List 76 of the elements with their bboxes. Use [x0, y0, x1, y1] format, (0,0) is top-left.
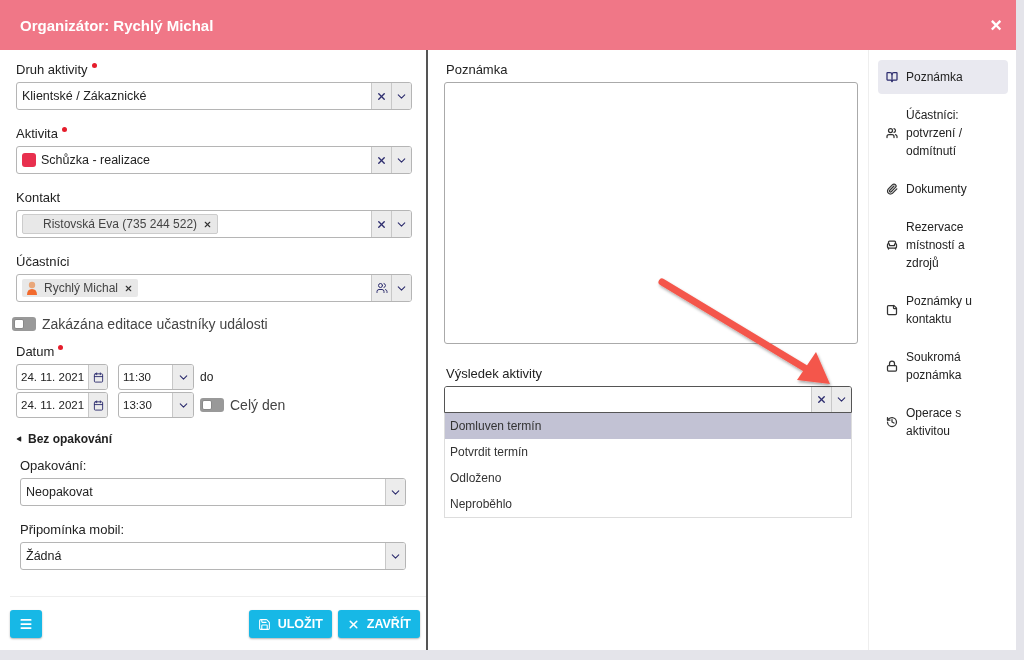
field-label: Aktivita: [16, 126, 58, 141]
lock-icon: [886, 360, 898, 372]
dropdown-button[interactable]: [831, 387, 851, 412]
close-icon: [203, 219, 213, 229]
clear-button[interactable]: [371, 211, 391, 237]
book-icon: [886, 71, 898, 83]
nav-item[interactable]: Účastníci: potvrzení / odmítnutí: [878, 98, 1008, 168]
users-icon: [886, 127, 898, 139]
dropdown-button[interactable]: [391, 147, 411, 173]
recurrence-toggle[interactable]: Bez opakování: [16, 432, 426, 446]
calendar-icon: [92, 371, 104, 383]
avatar-icon: [26, 281, 38, 295]
field-label: Poznámka: [446, 62, 508, 77]
field-label: Opakování:: [20, 458, 87, 473]
field-value: Klientské / Zákaznické: [22, 89, 147, 103]
field-label: Datum: [16, 344, 55, 359]
save-icon: [257, 617, 271, 631]
caret-icon: [16, 436, 22, 442]
close-icon: [376, 218, 387, 230]
close-icon: [376, 90, 387, 102]
select-field[interactable]: Neopakovat: [20, 478, 406, 506]
nav-item[interactable]: Soukromá poznámka: [878, 340, 1008, 392]
close-icon: [346, 617, 360, 631]
dropdown-button[interactable]: [391, 211, 411, 237]
time-field[interactable]: 11:30: [118, 364, 194, 390]
date-field[interactable]: 24. 11. 2021: [16, 392, 108, 418]
menu-icon: [19, 617, 33, 631]
dropdown-button[interactable]: [391, 83, 411, 109]
dropdown-button[interactable]: [391, 275, 411, 301]
dropdown-button[interactable]: [385, 543, 405, 569]
clear-button[interactable]: [811, 387, 831, 412]
result-select[interactable]: [444, 386, 852, 413]
field-label: Výsledek aktivity: [446, 366, 543, 381]
toggle-label: Celý den: [230, 397, 286, 413]
select-field[interactable]: Schůzka - realizace: [16, 146, 412, 174]
calendar-icon: [92, 399, 104, 411]
field-value: Neopakovat: [26, 485, 93, 499]
nav-item[interactable]: Dokumenty: [878, 172, 1008, 206]
close-icon: [376, 154, 387, 166]
close-icon: [124, 283, 133, 293]
dropdown-button[interactable]: [385, 479, 405, 505]
dropdown-option[interactable]: Domluven termín: [445, 413, 851, 439]
menu-button[interactable]: [10, 610, 42, 638]
range-separator: do: [200, 370, 214, 384]
nav-item[interactable]: Poznámky u kontaktu: [878, 284, 1008, 336]
close-icon: [816, 394, 827, 405]
field-value: Žádná: [26, 549, 62, 563]
field-label: Připomínka mobil:: [20, 522, 125, 537]
select-field[interactable]: Rychlý Michal: [16, 274, 412, 302]
select-field[interactable]: Ristovská Eva (735 244 522): [16, 210, 412, 238]
field-label: Druh aktivity: [16, 62, 88, 77]
users-button[interactable]: [371, 275, 391, 301]
date-field[interactable]: 24. 11. 2021: [16, 364, 108, 390]
nav-item[interactable]: Poznámka: [878, 60, 1008, 94]
dialog-title: Organizátor: Rychlý Michal: [20, 16, 214, 34]
nav-item[interactable]: Rezervace místností a zdrojů: [878, 210, 1008, 280]
participant-tag: Rychlý Michal: [22, 279, 138, 297]
toggle-label: Zakázána editace učastníky události: [42, 316, 268, 332]
toggle-switch[interactable]: [200, 398, 224, 412]
history-icon: [886, 416, 898, 428]
select-field[interactable]: Žádná: [20, 542, 406, 570]
paperclip-icon: [886, 183, 898, 195]
time-field[interactable]: 13:30: [118, 392, 194, 418]
select-field[interactable]: Klientské / Zákaznické: [16, 82, 412, 110]
toggle-switch[interactable]: [12, 317, 36, 331]
nav-item[interactable]: Operace s aktivitou: [878, 396, 1008, 448]
contact-tag: Ristovská Eva (735 244 522): [22, 214, 219, 234]
field-label: Kontakt: [16, 190, 61, 205]
field-label: Účastníci: [16, 254, 70, 269]
users-icon: [375, 282, 388, 294]
clear-button[interactable]: [371, 83, 391, 109]
note-field[interactable]: [444, 82, 858, 344]
chair-icon: [886, 239, 898, 251]
clear-button[interactable]: [371, 147, 391, 173]
field-value: Schůzka - realizace: [41, 153, 151, 167]
note-icon: [886, 304, 898, 316]
